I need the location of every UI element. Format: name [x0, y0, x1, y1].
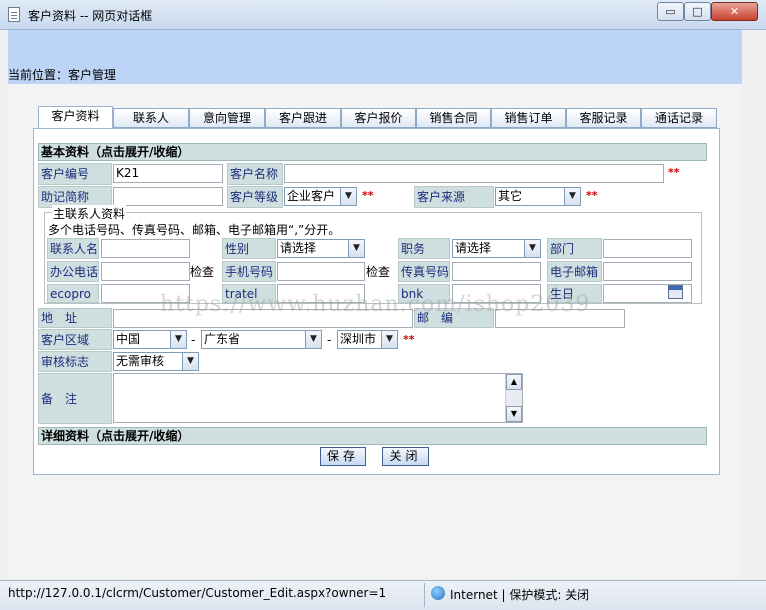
- chevron-down-icon: ▼: [348, 240, 364, 257]
- window-titlebar: 客户资料 -- 网页对话框 ▭ □ ✕: [0, 0, 766, 30]
- chevron-down-icon: ▼: [340, 188, 356, 205]
- duty-select[interactable]: 请选择 ▼: [452, 239, 541, 258]
- minimize-icon: ▭: [665, 5, 676, 18]
- chevron-down-icon: ▼: [182, 353, 198, 370]
- tab-service-record[interactable]: 客服记录: [566, 108, 641, 128]
- region-dash: -: [191, 333, 196, 347]
- level-select-value: 企业客户: [287, 189, 336, 203]
- customer-name-label: 客户名称: [227, 163, 283, 185]
- province-select-value: 广东省: [204, 332, 241, 346]
- source-select-value: 其它: [498, 189, 523, 203]
- dept-label: 部门: [547, 238, 602, 259]
- detail-section-header[interactable]: 详细资料（点击展开/收缩）: [38, 427, 707, 445]
- customer-no-label: 客户编号: [38, 163, 112, 185]
- chevron-down-icon: ▼: [564, 188, 580, 205]
- gender-select-value: 请选择: [280, 241, 317, 255]
- remark-scrollbar[interactable]: ▲ ▼: [505, 374, 522, 422]
- level-label: 客户等级: [227, 186, 283, 208]
- audit-select[interactable]: 无需审核 ▼: [113, 352, 199, 371]
- close-window-button[interactable]: ✕: [711, 2, 758, 21]
- tab-customer-info[interactable]: 客户资料: [38, 106, 113, 129]
- tab-contacts[interactable]: 联系人: [113, 108, 189, 128]
- city-select[interactable]: 深圳市 ▼: [337, 330, 398, 349]
- fax-input[interactable]: [452, 262, 541, 281]
- customer-no-input[interactable]: K21: [113, 164, 223, 183]
- source-label: 客户来源: [414, 186, 494, 208]
- window-title: 客户资料 -- 网页对话框: [28, 9, 153, 23]
- level-select[interactable]: 企业客户 ▼: [284, 187, 357, 206]
- province-select[interactable]: 广东省 ▼: [201, 330, 322, 349]
- region-label: 客户区域: [38, 329, 112, 350]
- city-select-value: 深圳市: [340, 332, 377, 346]
- country-select-value: 中国: [116, 332, 141, 346]
- alias-input[interactable]: [113, 187, 223, 206]
- tab-intent[interactable]: 意向管理: [189, 108, 265, 128]
- chevron-down-icon: ▼: [170, 331, 186, 348]
- close-button[interactable]: 关闭: [382, 447, 429, 466]
- address-label: 地 址: [38, 308, 112, 328]
- status-url: http://127.0.0.1/clcrm/Customer/Customer…: [8, 586, 387, 600]
- chevron-down-icon: ▼: [381, 331, 397, 348]
- email-label: 电子邮箱: [547, 261, 602, 282]
- globe-icon: [431, 586, 445, 600]
- ecopro-label: ecopro: [47, 284, 99, 303]
- duty-label: 职务: [398, 238, 450, 259]
- check-office-phone-link[interactable]: 检查: [190, 263, 214, 281]
- office-phone-input[interactable]: [101, 262, 190, 281]
- calendar-icon[interactable]: [668, 285, 683, 299]
- gender-select[interactable]: 请选择 ▼: [277, 239, 365, 258]
- region-dash: -: [327, 333, 332, 347]
- scroll-up-icon[interactable]: ▲: [506, 374, 522, 390]
- contact-name-input[interactable]: [101, 239, 190, 258]
- audit-label: 审核标志: [38, 351, 112, 372]
- tab-sales-contract[interactable]: 销售合同: [416, 108, 491, 128]
- required-mark: **: [668, 166, 680, 179]
- tab-quotation[interactable]: 客户报价: [341, 108, 416, 128]
- document-icon: [8, 7, 20, 22]
- email-input[interactable]: [603, 262, 692, 281]
- required-mark: **: [586, 189, 598, 202]
- save-button[interactable]: 保存: [320, 447, 366, 466]
- maximize-button[interactable]: □: [684, 2, 711, 21]
- customer-name-input[interactable]: [284, 164, 664, 183]
- audit-select-value: 无需审核: [116, 354, 165, 368]
- tab-followup[interactable]: 客户跟进: [265, 108, 341, 128]
- duty-select-value: 请选择: [455, 241, 492, 255]
- fax-label: 传真号码: [398, 261, 450, 282]
- maximize-icon: □: [692, 5, 703, 18]
- dept-input[interactable]: [603, 239, 692, 258]
- basic-section-header[interactable]: 基本资料（点击展开/收缩）: [38, 143, 707, 161]
- gender-label: 性别: [222, 238, 276, 259]
- contact-legend: 主联系人资料: [52, 205, 127, 222]
- status-bar: http://127.0.0.1/clcrm/Customer/Customer…: [0, 580, 766, 610]
- required-mark: **: [403, 333, 415, 346]
- mobile-input[interactable]: [277, 262, 365, 281]
- close-icon: ✕: [729, 5, 740, 18]
- country-select[interactable]: 中国 ▼: [113, 330, 187, 349]
- header-band: 当前位置：客户管理: [8, 30, 742, 84]
- breadcrumb: 当前位置：客户管理: [8, 68, 117, 82]
- remark-textarea[interactable]: ▲ ▼: [113, 373, 523, 423]
- scroll-down-icon[interactable]: ▼: [506, 406, 522, 422]
- minimize-button[interactable]: ▭: [657, 2, 684, 21]
- chevron-down-icon: ▼: [524, 240, 540, 257]
- watermark: https://www.huzhan.com/ishop2039: [160, 292, 591, 317]
- tab-sales-order[interactable]: 销售订单: [491, 108, 566, 128]
- status-zone: Internet | 保护模式: 关闭: [450, 588, 590, 602]
- tab-call-record[interactable]: 通话记录: [641, 108, 717, 128]
- contact-name-label: 联系人名: [47, 238, 99, 259]
- source-select[interactable]: 其它 ▼: [495, 187, 581, 206]
- contact-note: 多个电话号码、传真号码、邮箱、电子邮箱用“,”分开。: [48, 223, 341, 237]
- required-mark: **: [362, 189, 374, 202]
- status-separator: [424, 583, 425, 607]
- mobile-label: 手机号码: [222, 261, 276, 282]
- office-phone-label: 办公电话: [47, 261, 99, 282]
- chevron-down-icon: ▼: [305, 331, 321, 348]
- remark-label: 备 注: [38, 373, 112, 424]
- check-mobile-link[interactable]: 检查: [366, 263, 390, 281]
